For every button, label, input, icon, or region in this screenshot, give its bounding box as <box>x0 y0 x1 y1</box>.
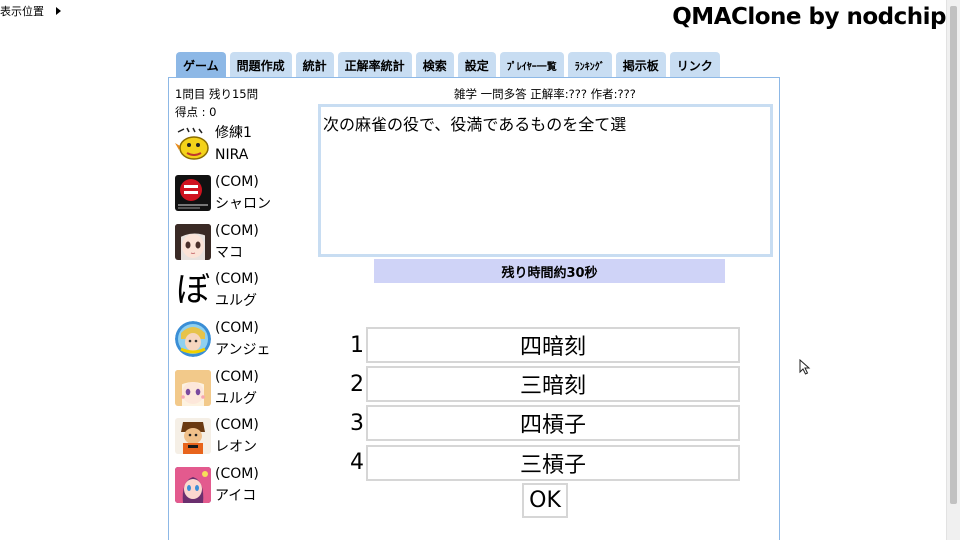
player-entry: (COM) アンジェ <box>175 315 315 364</box>
player-name-line2: シャロン <box>215 196 271 213</box>
player-name-line1: (COM) <box>215 466 259 483</box>
round-portrait-avatar <box>175 321 211 358</box>
main-tabs: ゲーム 問題作成 統計 正解率統計 検索 設定 ﾌﾟﾚｲﾔｰ一覧 ﾗﾝｷﾝｸﾞ … <box>176 52 720 78</box>
choice-number: 4 <box>350 450 364 476</box>
tab-game[interactable]: ゲーム <box>176 52 226 78</box>
question-text: 次の麻雀の役で、役満であるものを全て選 <box>318 104 773 257</box>
tab-player-list[interactable]: ﾌﾟﾚｲﾔｰ一覧 <box>499 52 564 78</box>
choice-button[interactable]: 四槓子 <box>366 405 740 442</box>
yellow-bird-avatar <box>175 126 211 163</box>
choice-button[interactable]: 四暗刻 <box>366 327 740 363</box>
choice-row: 2 三暗刻 <box>347 366 740 403</box>
choice-row: 4 三槓子 <box>347 444 740 481</box>
question-meta: 雑学 一問多答 正解率:??? 作者:??? <box>454 87 636 101</box>
player-name-line1: (COM) <box>215 417 259 434</box>
player-entry: (COM) マコ <box>175 217 315 266</box>
tab-bulletin-board[interactable]: 掲示板 <box>615 52 666 78</box>
avatar-character: ぼ <box>176 272 210 309</box>
player-name-line1: (COM) <box>215 174 259 191</box>
choice-number: 2 <box>350 371 364 397</box>
player-entry: (COM) シャロン <box>175 169 315 218</box>
pink-hair-avatar <box>175 467 211 504</box>
ok-button[interactable]: OK <box>522 483 568 518</box>
anime-girl-avatar <box>175 223 211 260</box>
score-display: 得点 : 0 <box>175 105 217 119</box>
vertical-scrollbar[interactable] <box>946 0 960 540</box>
tab-accuracy-statistics[interactable]: 正解率統計 <box>337 52 412 78</box>
choice-row: 1 四暗刻 <box>347 327 740 363</box>
choice-row: 3 四槓子 <box>347 405 740 442</box>
app-title: QMAClone by nodchip <box>672 4 946 30</box>
player-name-line1: (COM) <box>215 320 259 337</box>
player-name-line1: (COM) <box>215 222 259 239</box>
warrior-avatar <box>175 418 211 455</box>
player-name-line2: ユルグ <box>215 390 257 407</box>
tab-links[interactable]: リンク <box>669 52 720 78</box>
tab-settings[interactable]: 設定 <box>457 52 496 78</box>
player-name-line2: ユルグ <box>215 293 257 310</box>
scrollbar-thumb[interactable] <box>950 6 957 504</box>
mouse-cursor-icon <box>799 359 811 375</box>
player-entry: (COM) アイコ <box>175 461 315 510</box>
player-name-line2: レオン <box>215 439 257 456</box>
display-position-toggle[interactable]: 表示位置 <box>0 3 61 19</box>
player-name-line2: アイコ <box>215 488 257 505</box>
player-entry: 修練1 NIRA <box>175 120 315 169</box>
player-entry: (COM) レオン <box>175 412 315 461</box>
tab-search[interactable]: 検索 <box>415 52 454 78</box>
expand-triangle-icon <box>56 7 61 15</box>
tab-create-question[interactable]: 問題作成 <box>229 52 292 78</box>
player-name-line2: NIRA <box>215 147 249 164</box>
time-remaining: 残り時間約30秒 <box>374 259 725 283</box>
tab-ranking[interactable]: ﾗﾝｷﾝｸﾞ <box>567 52 612 78</box>
player-name-line1: (COM) <box>215 368 259 385</box>
display-position-label: 表示位置 <box>0 5 44 18</box>
question-progress: 1問目 残り15問 <box>175 87 259 101</box>
game-panel: 1問目 残り15問 得点 : 0 修練1 NIRA (COM) シャロン (CO… <box>168 77 780 540</box>
player-name-line1: 修練1 <box>215 125 252 142</box>
choice-button[interactable]: 三暗刻 <box>366 366 740 403</box>
red-badge-avatar <box>175 175 211 212</box>
player-name-line2: アンジェ <box>215 342 271 359</box>
player-name-line2: マコ <box>215 244 243 261</box>
player-list: 修練1 NIRA (COM) シャロン (COM) マコ ぼ (COM) ユルグ… <box>175 120 315 510</box>
app-root: 表示位置 QMAClone by nodchip ゲーム 問題作成 統計 正解率… <box>0 0 960 540</box>
player-name-line1: (COM) <box>215 271 259 288</box>
tab-statistics[interactable]: 統計 <box>295 52 334 78</box>
choice-number: 1 <box>350 332 364 358</box>
choice-button[interactable]: 三槓子 <box>366 444 740 481</box>
blonde-girl-avatar <box>175 369 211 406</box>
answer-choices: 1 四暗刻 2 三暗刻 3 四槓子 4 三槓子 <box>347 327 740 484</box>
player-entry: (COM) ユルグ <box>175 363 315 412</box>
choice-number: 3 <box>350 410 364 436</box>
kana-bo-avatar: ぼ <box>175 272 211 309</box>
player-entry: ぼ (COM) ユルグ <box>175 266 315 315</box>
